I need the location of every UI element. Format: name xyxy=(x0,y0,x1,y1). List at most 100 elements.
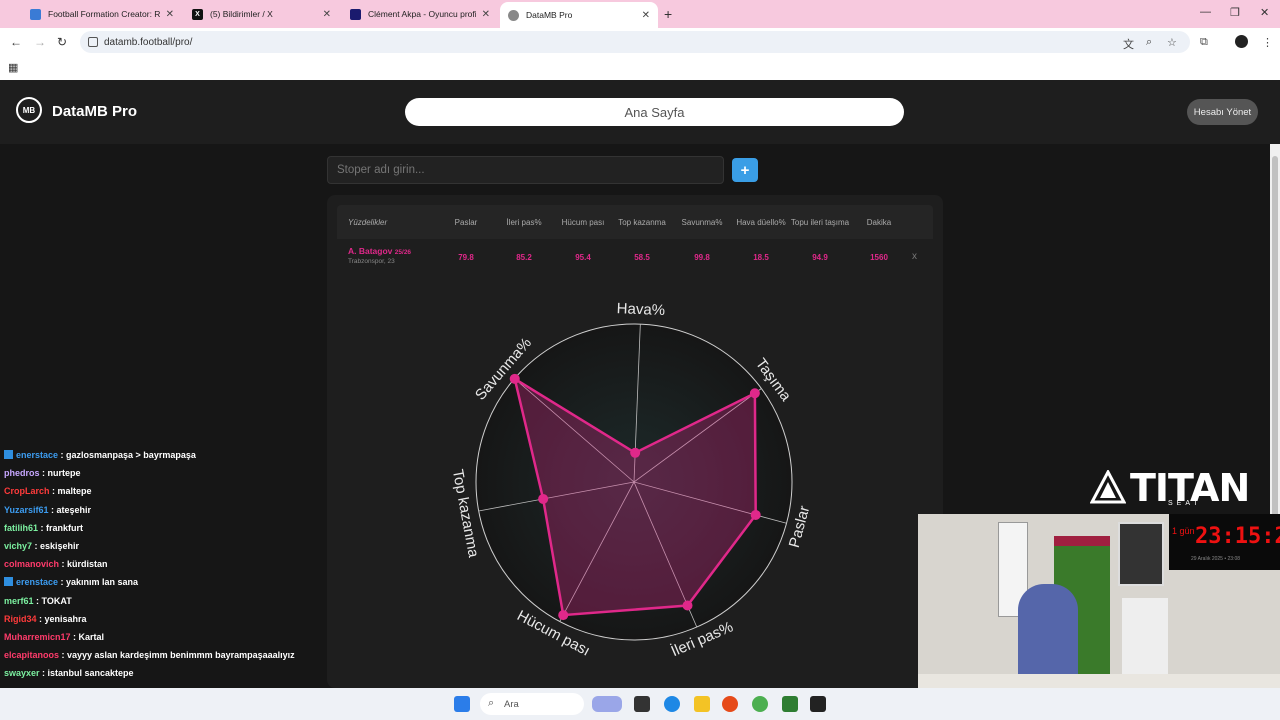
chat-username[interactable]: enerstace xyxy=(16,450,58,460)
value-cell: 94.9 xyxy=(812,252,828,262)
chat-username[interactable]: colmanovich xyxy=(4,559,59,569)
datamb-logo-icon[interactable]: MB xyxy=(16,97,42,123)
manage-account-button[interactable]: Hesabı Yönet xyxy=(1187,99,1258,125)
close-icon[interactable]: ✕ xyxy=(482,9,490,20)
url-field[interactable]: datamb.football/pro/ xyxy=(80,31,1190,53)
close-icon[interactable]: ✕ xyxy=(166,9,174,20)
value-cell: 1560 xyxy=(870,252,888,262)
chat-text: : maltepe xyxy=(49,486,92,497)
new-tab-icon[interactable]: + xyxy=(664,6,672,22)
forward-icon[interactable]: → xyxy=(34,35,46,49)
chat-message: phedros : nurtepe xyxy=(4,468,81,478)
file-explorer-icon[interactable] xyxy=(694,696,710,712)
menu-kebab-icon[interactable]: ⋮ xyxy=(1262,36,1273,49)
player-name[interactable]: A. Batagov xyxy=(348,246,392,256)
value-cell: 99.8 xyxy=(694,252,710,262)
chat-message: Muharremicn17 : Kartal xyxy=(4,632,104,642)
close-icon[interactable]: ✕ xyxy=(642,10,650,21)
chat-username[interactable]: swayxer xyxy=(4,668,40,678)
tab-formation-creator[interactable]: Football Formation Creator: Re ✕ xyxy=(22,3,182,25)
chat-message: elcapitanoos : vayyy aslan kardeşimm ben… xyxy=(4,650,295,660)
reload-icon[interactable]: ↻ xyxy=(57,35,67,49)
widgets-icon[interactable] xyxy=(592,696,622,712)
task-view-icon[interactable] xyxy=(634,696,650,712)
chat-message: enerstace : gazlosmanpaşa > bayrmapaşa xyxy=(4,450,196,460)
header-cell[interactable]: Savunma% xyxy=(671,205,733,239)
chat-message: fatilih61 : frankfurt xyxy=(4,523,83,533)
translate-icon[interactable]: 文 xyxy=(1123,36,1134,52)
close-window-icon[interactable]: ✕ xyxy=(1260,6,1269,19)
header-cell[interactable]: İleri pas% xyxy=(495,205,553,239)
chat-username[interactable]: CropLarch xyxy=(4,486,50,496)
player-season: 25/26 xyxy=(394,249,412,256)
chat-username[interactable]: Muharremicn17 xyxy=(4,632,71,642)
chat-text: : nurtepe xyxy=(39,468,81,479)
radar-point xyxy=(749,388,760,399)
start-icon[interactable] xyxy=(454,696,470,712)
bookmark-star-icon[interactable]: ☆ xyxy=(1167,36,1177,49)
clock-date: 29 Aralık 2025 • 23:08 xyxy=(1191,556,1241,562)
chrome-icon[interactable] xyxy=(722,696,738,712)
brand-title[interactable]: DataMB Pro xyxy=(52,103,137,120)
defender-search-input[interactable] xyxy=(327,156,724,184)
tab-title: (5) Bildirimler / X xyxy=(210,9,273,19)
restore-icon[interactable]: ❐ xyxy=(1230,6,1240,19)
tab-notifications-x[interactable]: X (5) Bildirimler / X ✕ xyxy=(184,3,339,25)
windows-taskbar: ⌕ Ara xyxy=(0,688,1280,720)
chat-username[interactable]: Yuzarsif61 xyxy=(4,505,49,515)
player-cell[interactable]: A. Batagov 25/26 Trabzonspor, 23 xyxy=(348,246,411,265)
chat-username[interactable]: fatilih61 xyxy=(4,523,38,533)
chat-text: : gazlosmanpaşa > bayrmapaşa xyxy=(58,450,196,460)
badge-icon xyxy=(4,577,13,587)
add-player-button[interactable]: + xyxy=(732,158,758,182)
radar-point xyxy=(750,509,761,520)
chat-username[interactable]: phedros xyxy=(4,468,40,478)
radar-chart: Hava%TaşımaPaslarİleri pas%Hücum pasıTop… xyxy=(449,300,813,660)
table-header-row: Yüzdelikler Paslar İleri pas% Hücum pası… xyxy=(337,205,933,239)
back-icon[interactable]: ← xyxy=(10,35,22,49)
chat-message: erenstace : yakınım lan sana xyxy=(4,577,138,587)
site-info-icon[interactable] xyxy=(88,37,98,47)
profile-avatar-icon[interactable] xyxy=(1235,35,1248,48)
chat-message: vichy7 : eskişehir xyxy=(4,541,79,551)
minimize-icon[interactable]: — xyxy=(1200,6,1211,18)
chat-username[interactable]: Rigid34 xyxy=(4,614,37,624)
percentile-table: Yüzdelikler Paslar İleri pas% Hücum pası… xyxy=(337,205,933,275)
chat-username[interactable]: merf61 xyxy=(4,596,34,606)
scarf xyxy=(1054,536,1110,546)
epic-games-icon[interactable] xyxy=(810,696,826,712)
apps-grid-icon[interactable]: ▦ xyxy=(8,61,18,74)
tab-datamb-pro[interactable]: DataMB Pro ✕ xyxy=(500,2,658,28)
home-button[interactable]: Ana Sayfa xyxy=(405,98,904,126)
value-cell: 95.4 xyxy=(575,252,591,262)
close-icon[interactable]: ✕ xyxy=(323,9,331,20)
tab-player-profile[interactable]: Clément Akpa - Oyuncu profili ✕ xyxy=(342,3,498,25)
table-row: A. Batagov 25/26 Trabzonspor, 23 79.8 85… xyxy=(337,239,933,275)
value-cell: 85.2 xyxy=(516,252,532,262)
chat-text: : kürdistan xyxy=(59,559,108,570)
header-cell[interactable]: Topu ileri taşıma xyxy=(789,205,851,239)
chat-text: : yakınım lan sana xyxy=(58,577,139,588)
chrome-active-icon[interactable] xyxy=(752,696,768,712)
app-icon[interactable] xyxy=(782,696,798,712)
remove-player-button[interactable]: x xyxy=(912,251,917,262)
chat-username[interactable]: erenstace xyxy=(16,577,58,587)
taskbar-search[interactable]: ⌕ Ara xyxy=(480,693,584,715)
chat-username[interactable]: vichy7 xyxy=(4,541,32,551)
edge-icon[interactable] xyxy=(664,696,680,712)
header-cell[interactable]: Paslar xyxy=(437,205,495,239)
globe-icon xyxy=(508,9,519,21)
radar-point xyxy=(630,447,641,458)
value-cell: 18.5 xyxy=(753,252,769,262)
chat-username[interactable]: elcapitanoos xyxy=(4,650,59,660)
radar-point xyxy=(538,493,549,504)
extensions-icon[interactable]: ⧉ xyxy=(1200,36,1208,49)
x-logo-icon: X xyxy=(192,8,203,20)
tab-title: DataMB Pro xyxy=(526,10,573,20)
header-cell[interactable]: Hücum pası xyxy=(553,205,613,239)
header-cell[interactable]: Top kazanma xyxy=(613,205,671,239)
header-cell[interactable]: Dakika xyxy=(851,205,907,239)
header-cell[interactable]: Hava düello% xyxy=(733,205,789,239)
zoom-icon[interactable]: ⌕ xyxy=(1146,36,1152,49)
chat-message: colmanovich : kürdistan xyxy=(4,559,108,569)
